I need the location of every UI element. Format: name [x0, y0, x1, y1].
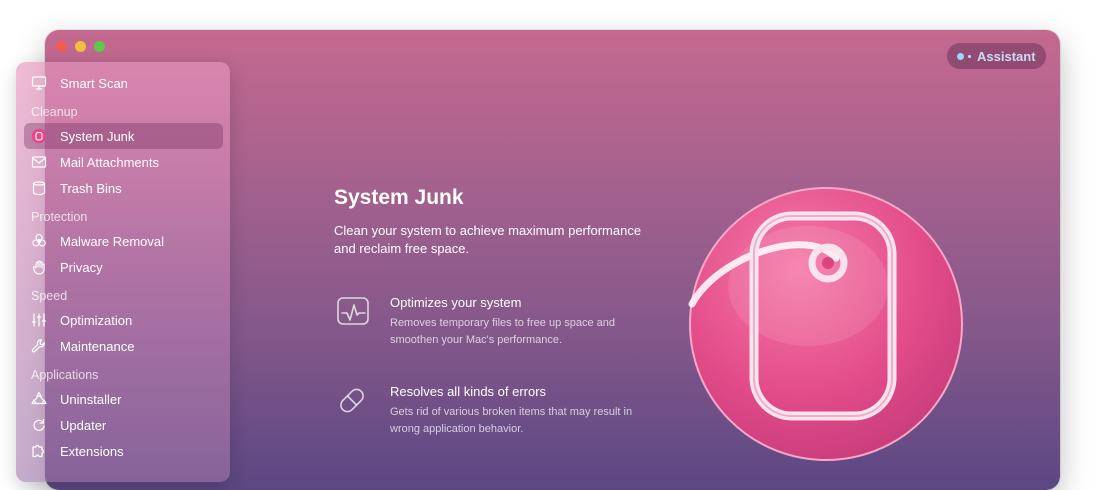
assistant-button[interactable]: Assistant — [947, 43, 1046, 69]
close-window-button[interactable] — [56, 41, 67, 52]
sidebar-item-smart-scan[interactable]: Smart Scan — [24, 70, 223, 96]
feature-description: Removes temporary files to free up space… — [390, 317, 616, 346]
page-description: Clean your system to achieve maximum per… — [334, 223, 642, 256]
system-junk-hero-icon — [688, 186, 964, 462]
section-header-applications: Applications — [31, 368, 99, 382]
mail-icon — [30, 153, 48, 171]
feature-description: Gets rid of various broken items that ma… — [390, 406, 633, 435]
updater-icon — [30, 416, 48, 434]
sidebar-item-system-junk[interactable]: System Junk — [24, 123, 223, 149]
section-header-speed: Speed — [31, 289, 68, 303]
sidebar-item-extensions[interactable]: Extensions — [24, 438, 223, 464]
activity-monitor-icon — [336, 294, 372, 330]
minimize-window-button[interactable] — [75, 41, 86, 52]
sidebar-item-label: Extensions — [60, 443, 124, 459]
system-junk-icon — [30, 127, 48, 145]
sidebar-item-label: System Junk — [60, 128, 135, 144]
zoom-window-button[interactable] — [94, 41, 105, 52]
monitor-icon — [30, 74, 48, 92]
sidebar-item-updater[interactable]: Updater — [24, 412, 223, 438]
sidebar-item-label: Privacy — [60, 259, 103, 275]
sidebar-item-maintenance[interactable]: Maintenance — [24, 333, 223, 359]
extensions-icon — [30, 442, 48, 460]
sidebar-item-label: Mail Attachments — [60, 154, 159, 170]
pill-icon — [334, 383, 370, 419]
section-header-protection: Protection — [31, 210, 88, 224]
feature-title: Resolves all kinds of errors — [390, 384, 547, 399]
sidebar-item-label: Uninstaller — [60, 391, 122, 407]
sidebar-item-label: Updater — [60, 417, 107, 433]
assistant-label: Assistant — [977, 48, 1036, 64]
sidebar-item-optimization[interactable]: Optimization — [24, 307, 223, 333]
sidebar-item-malware-removal[interactable]: Malware Removal — [24, 228, 223, 254]
sliders-icon — [30, 311, 48, 329]
sidebar-item-label: Trash Bins — [60, 180, 122, 196]
sidebar-item-label: Malware Removal — [60, 233, 165, 249]
sidebar-item-mail-attachments[interactable]: Mail Attachments — [24, 149, 223, 175]
trash-icon — [30, 179, 48, 197]
sidebar-item-label: Smart Scan — [60, 75, 128, 91]
page-title: System Junk — [334, 186, 464, 209]
section-header-cleanup: Cleanup — [31, 105, 78, 119]
sidebar-item-label: Optimization — [60, 312, 133, 328]
assistant-icon — [957, 52, 971, 60]
sidebar-item-privacy[interactable]: Privacy — [24, 254, 223, 280]
biohazard-icon — [30, 232, 48, 250]
feature-title: Optimizes your system — [390, 295, 522, 310]
hand-icon — [30, 258, 48, 276]
sidebar: Smart Scan Cleanup System Junk Mail Atta… — [16, 62, 230, 482]
sidebar-item-trash-bins[interactable]: Trash Bins — [24, 175, 223, 201]
uninstaller-icon — [30, 390, 48, 408]
wrench-icon — [30, 337, 48, 355]
sidebar-item-label: Maintenance — [60, 338, 135, 354]
sidebar-item-uninstaller[interactable]: Uninstaller — [24, 386, 223, 412]
